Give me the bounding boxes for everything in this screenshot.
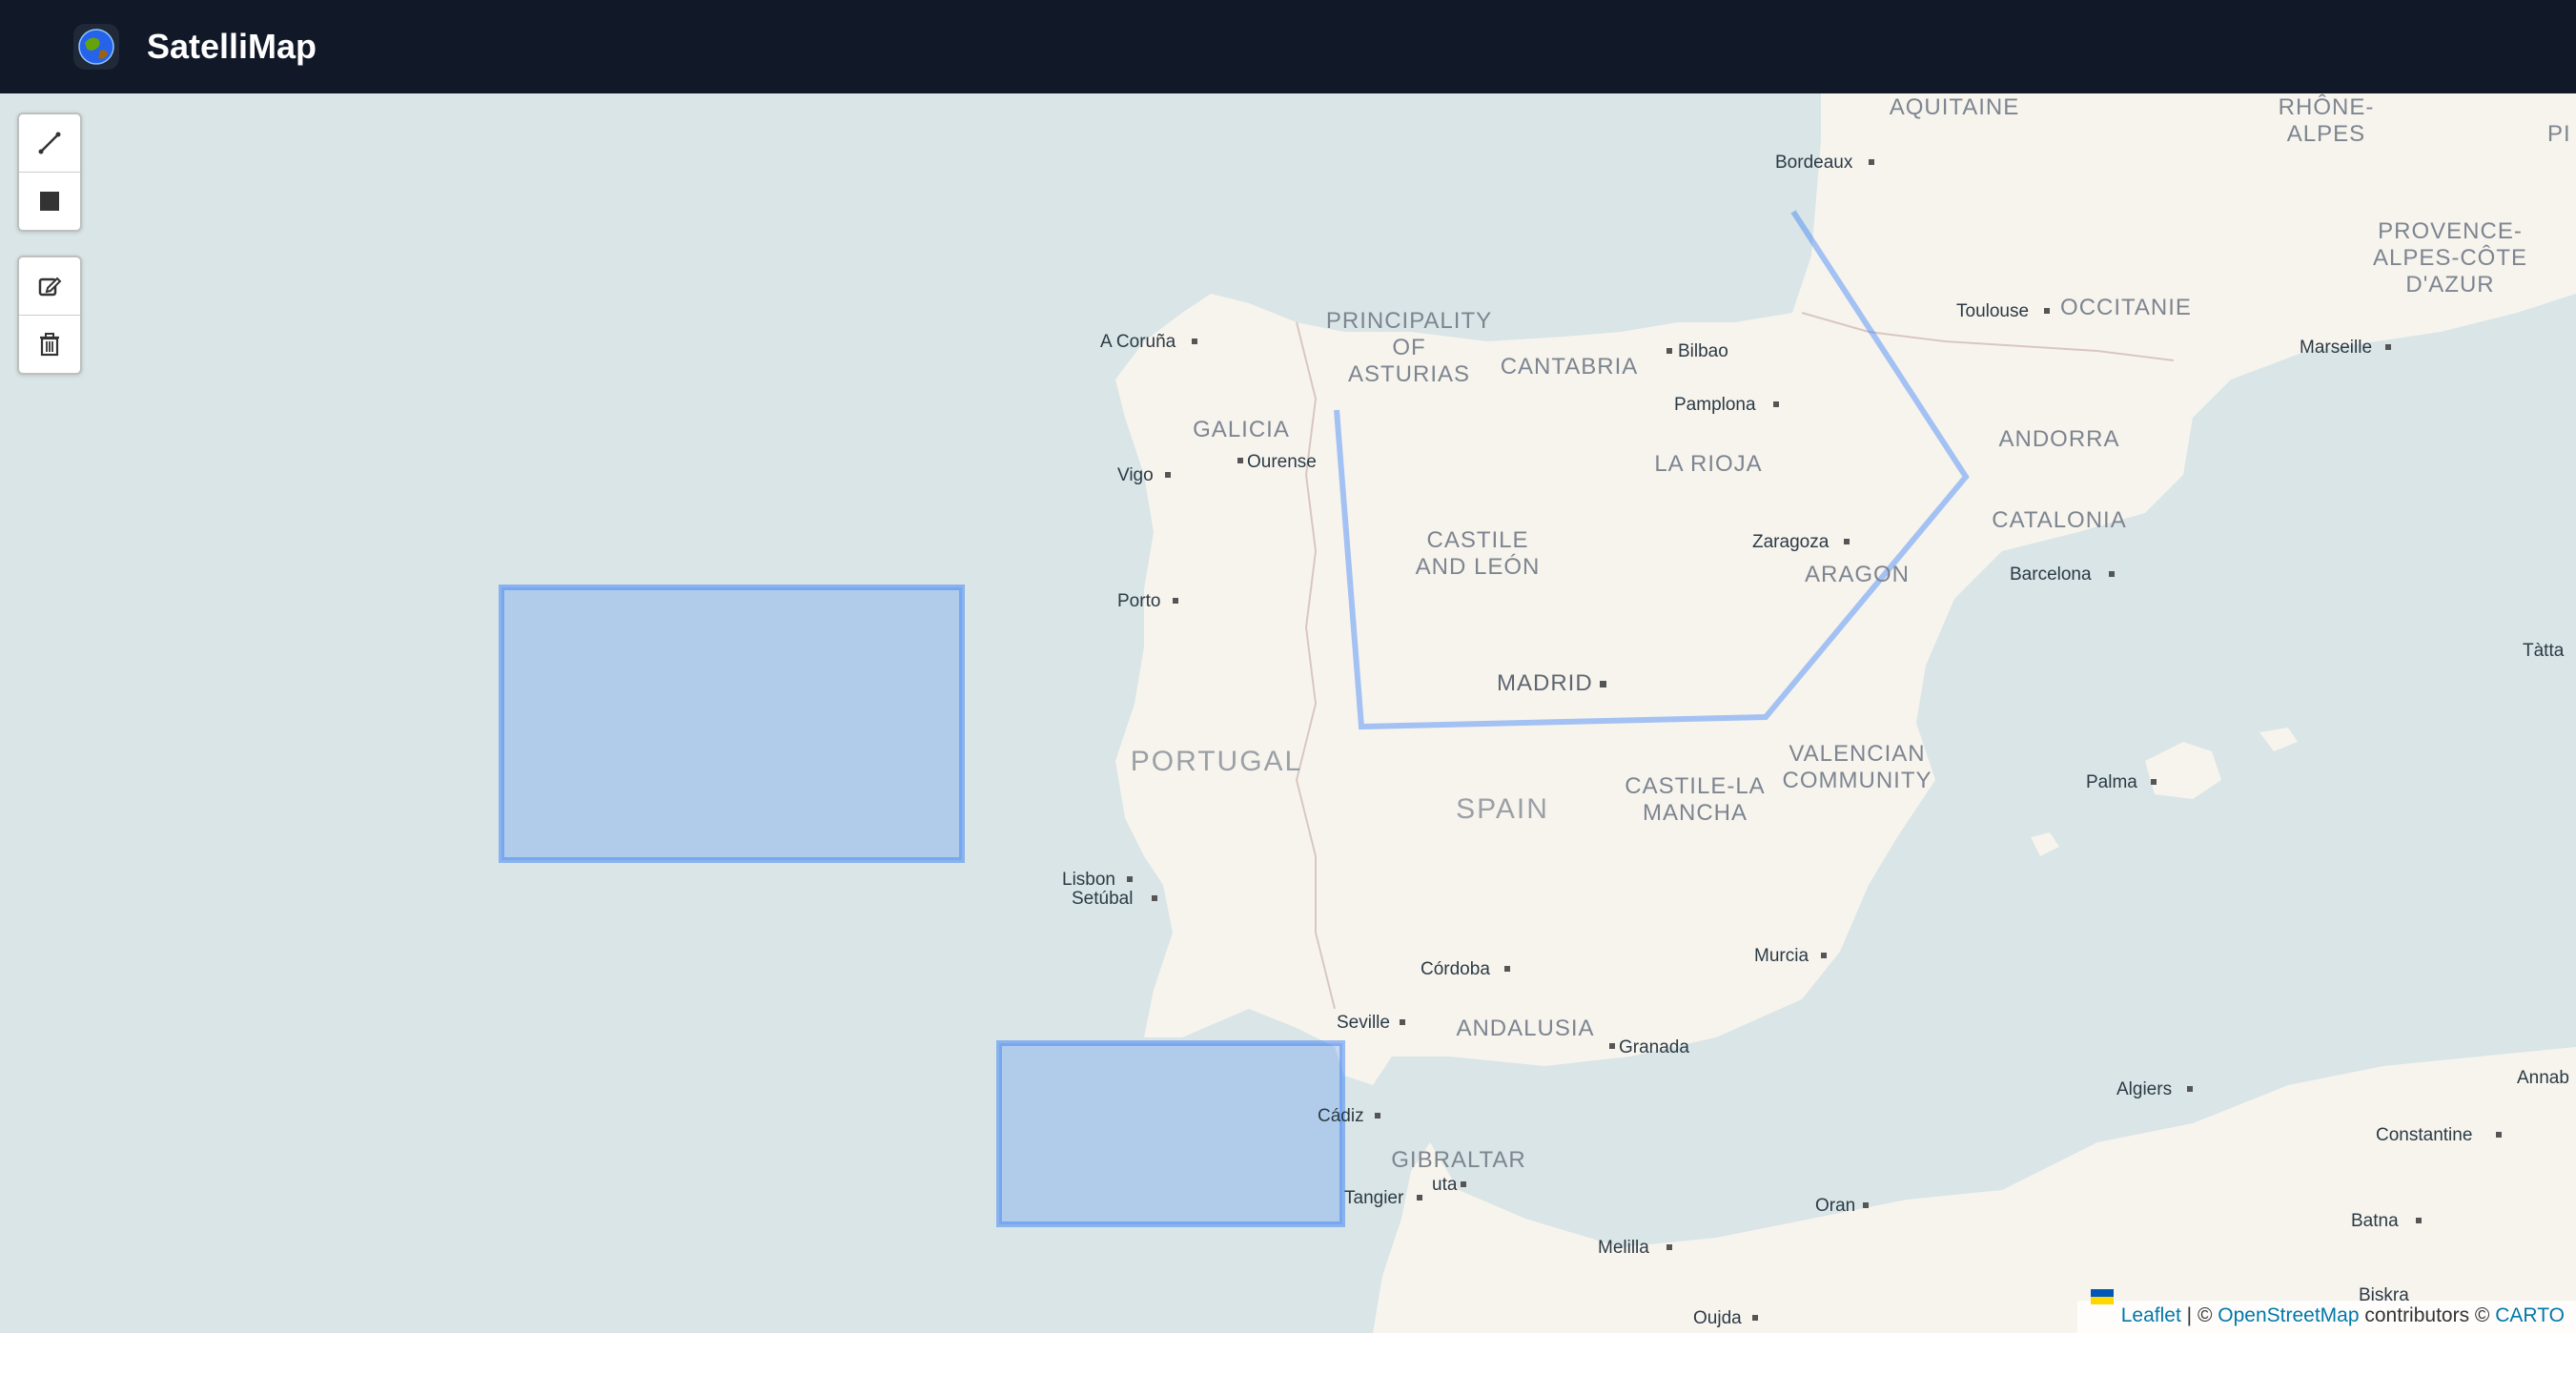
city-label: Setúbal: [1072, 889, 1133, 909]
mallorca-island: [2145, 742, 2221, 799]
city-label: Zaragoza: [1752, 532, 1830, 552]
city-label: Córdoba: [1421, 959, 1490, 979]
region-label: CASTILE-LA: [1625, 773, 1765, 799]
city-label: Bordeaux: [1775, 153, 1853, 173]
country-label-portugal: PORTUGAL: [1131, 746, 1303, 777]
carto-link[interactable]: CARTO: [2495, 1304, 2565, 1326]
region-label: OCCITANIE: [2060, 295, 2192, 320]
city-label: Bilbao: [1678, 341, 1728, 361]
region-label: ARAGON: [1805, 562, 1910, 587]
edit-toolbar: [17, 256, 82, 375]
city-label: Annab: [2517, 1068, 2569, 1088]
city-label: Melilla: [1598, 1238, 1649, 1258]
city-label: Oran: [1815, 1196, 1855, 1216]
region-label: GIBRALTAR: [1391, 1147, 1525, 1173]
draw-toolbar: [17, 113, 82, 232]
city-label: Algiers: [2116, 1079, 2172, 1099]
city-label: A Coruña: [1100, 332, 1176, 352]
map-view[interactable]: PORTUGAL SPAIN AQUITAINE RHÔNE- ALPES PI…: [0, 93, 2576, 1333]
menorca-island: [2259, 728, 2298, 751]
city-label: Seville: [1337, 1013, 1390, 1033]
city-label: Barcelona: [2010, 564, 2092, 585]
app-title: SatelliMap: [147, 27, 317, 66]
country-label-spain: SPAIN: [1456, 793, 1549, 825]
region-label: CATALONIA: [1992, 507, 2126, 533]
ukraine-flag-icon: [2090, 1287, 2114, 1305]
region-label: PI: [2547, 121, 2571, 147]
region-label: PROVENCE-: [2378, 218, 2523, 244]
edit-icon: [38, 277, 62, 297]
globe-logo-icon: [73, 24, 119, 70]
map-attribution: Leaflet | © OpenStreetMap contributors ©…: [2076, 1289, 2576, 1333]
city-label: Tangier: [1344, 1188, 1404, 1208]
attribution-contributors: contributors ©: [2364, 1304, 2490, 1326]
openstreetmap-link[interactable]: OpenStreetMap: [2218, 1304, 2359, 1326]
city-label: Oujda: [1693, 1308, 1742, 1328]
attribution-separator: | ©: [2186, 1304, 2213, 1326]
region-label: ANDALUSIA: [1456, 1016, 1594, 1041]
region-label: ALPES-CÔTE: [2373, 244, 2527, 271]
region-label: LA RIOJA: [1654, 451, 1762, 477]
ibiza-island: [2031, 832, 2059, 856]
region-label: CASTILE: [1426, 527, 1528, 553]
leaflet-link[interactable]: Leaflet: [2121, 1304, 2181, 1326]
drawn-rectangle-atlantic: [499, 585, 965, 863]
rectangle-icon: [40, 192, 59, 211]
city-label: Granada: [1619, 1037, 1689, 1057]
city-label: Toulouse: [1956, 301, 2029, 321]
polyline-icon: [38, 132, 61, 154]
drawn-rectangle-gulf-of-cadiz: [996, 1040, 1345, 1227]
region-label: ANDORRA: [1998, 426, 2119, 452]
region-label: ASTURIAS: [1348, 361, 1470, 387]
region-label: ALPES: [2287, 121, 2365, 147]
city-label: Constantine: [2376, 1125, 2472, 1145]
region-label: MANCHA: [1643, 800, 1748, 826]
city-label: Lisbon: [1062, 870, 1115, 890]
city-label: Batna: [2351, 1211, 2399, 1231]
region-label: VALENCIAN: [1789, 741, 1925, 767]
city-label: Palma: [2086, 772, 2137, 792]
region-label: D'AZUR: [2405, 272, 2494, 298]
draw-polyline-button[interactable]: [19, 114, 80, 173]
city-label: uta: [1432, 1175, 1458, 1195]
city-label: Vigo: [1117, 465, 1154, 485]
region-label: PRINCIPALITY: [1326, 308, 1492, 334]
region-label: COMMUNITY: [1783, 768, 1932, 793]
city-label: Murcia: [1754, 946, 1809, 966]
city-label: Cádiz: [1318, 1106, 1364, 1126]
capital-label-madrid: MADRID: [1497, 670, 1593, 696]
city-label: Ourense: [1247, 452, 1317, 472]
trash-icon: [40, 333, 59, 357]
region-label: OF: [1392, 335, 1425, 360]
edit-layers-button[interactable]: [19, 257, 80, 316]
city-label: Marseille: [2300, 338, 2372, 358]
city-label: Porto: [1117, 591, 1160, 611]
page-footer: [0, 1333, 2576, 1375]
region-label: AND LEÓN: [1416, 554, 1541, 580]
region-label: RHÔNE-: [2279, 93, 2375, 120]
region-label: CANTABRIA: [1501, 354, 1639, 380]
region-label: AQUITAINE: [1890, 94, 2020, 120]
delete-layers-button[interactable]: [19, 316, 80, 373]
city-label: Pamplona: [1674, 395, 1756, 415]
draw-rectangle-button[interactable]: [19, 173, 80, 230]
app-header: SatelliMap: [0, 0, 2576, 93]
basemap: PORTUGAL SPAIN AQUITAINE RHÔNE- ALPES PI…: [499, 93, 2576, 1333]
city-label: Tàtta: [2523, 641, 2565, 661]
iberia-landmass: [1115, 93, 2576, 1085]
region-label: GALICIA: [1193, 417, 1290, 442]
